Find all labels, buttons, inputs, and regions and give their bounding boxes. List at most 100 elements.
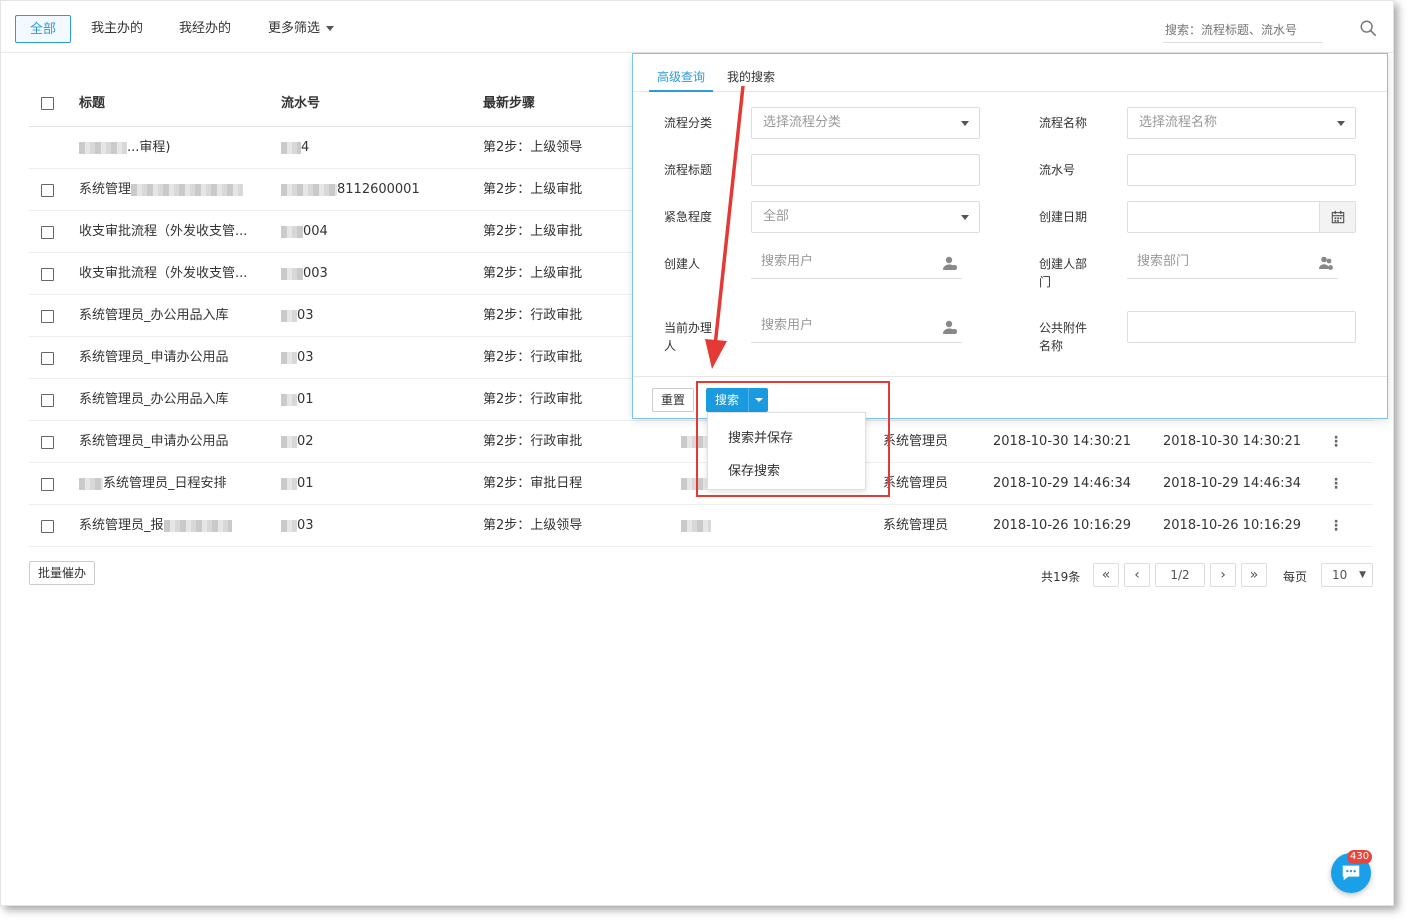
row-step: 第2步：行政审批 xyxy=(483,308,583,323)
tab-my-hosted[interactable]: 我主办的 xyxy=(77,15,157,43)
urgency-select[interactable]: 全部 xyxy=(751,201,980,233)
row-title-link[interactable]: 收支审批流程（外发收支管... xyxy=(79,253,269,295)
user-icon xyxy=(943,256,958,271)
category-select[interactable]: 选择流程分类 xyxy=(751,107,980,139)
search-icon[interactable] xyxy=(1359,19,1377,37)
column-serial[interactable]: 流水号 xyxy=(281,81,320,127)
row-updated-time: 2018-10-26 10:16:29 xyxy=(1163,518,1302,533)
row-serial: 03 xyxy=(281,295,314,337)
row-current-handler xyxy=(681,505,711,547)
attachment-input[interactable] xyxy=(1127,311,1356,343)
row-title-link[interactable]: ...审程) xyxy=(79,127,269,169)
chevron-down-icon xyxy=(1337,121,1345,126)
row-checkbox[interactable] xyxy=(41,226,54,239)
more-options-icon[interactable]: ⋮ xyxy=(1329,519,1343,533)
search-input[interactable] xyxy=(1163,17,1323,43)
row-title-link[interactable]: 收支审批流程（外发收支管... xyxy=(79,211,269,253)
row-serial-text: 003 xyxy=(303,266,328,281)
date-input[interactable] xyxy=(1127,201,1356,233)
attachment-label: 公共附件名称 xyxy=(1039,321,1088,353)
row-checkbox[interactable] xyxy=(41,478,54,491)
row-checkbox[interactable] xyxy=(41,436,54,449)
redacted-text xyxy=(681,519,711,532)
row-serial: 03 xyxy=(281,505,314,547)
row-checkbox[interactable] xyxy=(41,394,54,407)
serial-input[interactable] xyxy=(1127,154,1356,186)
page-indicator[interactable]: 1/2 xyxy=(1155,563,1205,587)
more-filters-dropdown[interactable]: 更多筛选 xyxy=(254,15,348,43)
reset-button[interactable]: 重置 xyxy=(652,388,695,412)
first-page-button[interactable]: « xyxy=(1093,563,1119,587)
row-serial-text: 4 xyxy=(301,140,310,155)
redacted-text xyxy=(281,183,337,196)
row-creator: 系统管理员 xyxy=(883,476,949,491)
handler-input[interactable]: 搜索用户 xyxy=(751,311,962,343)
row-creator: 系统管理员 xyxy=(883,434,949,449)
calendar-icon xyxy=(1331,210,1345,224)
redacted-text xyxy=(281,141,301,154)
annotation-highlight-box xyxy=(696,381,890,497)
row-created-time: 2018-10-30 14:30:21 xyxy=(993,434,1132,449)
row-created-time: 2018-10-26 10:16:29 xyxy=(993,518,1132,533)
row-title-text: 系统管理员_办公用品入库 xyxy=(79,308,229,323)
row-step: 第2步：上级领导 xyxy=(483,140,583,155)
row-title-link[interactable]: 系统管理员_日程安排 xyxy=(79,463,269,505)
chevron-down-icon xyxy=(326,26,335,31)
row-title-text: 系统管理员_申请办公用品 xyxy=(79,350,229,365)
chevron-down-icon: ▼ xyxy=(1359,570,1366,580)
more-options-icon[interactable]: ⋮ xyxy=(1329,435,1343,449)
row-serial: 01 xyxy=(281,463,314,505)
row-title-link[interactable]: 系统管理员_办公用品入库 xyxy=(79,379,269,421)
row-title-link[interactable]: 系统管理员_报 xyxy=(79,505,269,547)
next-page-button[interactable]: › xyxy=(1210,563,1236,587)
row-checkbox[interactable] xyxy=(41,184,54,197)
more-options-icon[interactable]: ⋮ xyxy=(1329,477,1343,491)
row-creator: 系统管理员 xyxy=(883,518,949,533)
per-page-select[interactable]: 10 ▼ xyxy=(1321,563,1373,587)
tab-all[interactable]: 全部 xyxy=(15,15,72,43)
row-updated-time: 2018-10-29 14:46:34 xyxy=(1163,476,1302,491)
redacted-text xyxy=(163,519,232,532)
row-step: 第2步：行政审批 xyxy=(483,350,583,365)
row-title-text: 系统管理员_日程安排 xyxy=(103,476,227,491)
row-serial-text: 8112600001 xyxy=(337,182,420,197)
row-title-link[interactable]: 系统管理 xyxy=(79,169,269,211)
column-step[interactable]: 最新步骤 xyxy=(483,81,535,127)
redacted-text xyxy=(281,225,303,238)
row-title-link[interactable]: 系统管理员_申请办公用品 xyxy=(79,421,269,463)
row-title-text: 系统管理 xyxy=(79,182,132,197)
row-checkbox[interactable] xyxy=(41,268,54,281)
creator-input[interactable]: 搜索用户 xyxy=(751,247,962,279)
row-title-link[interactable]: 系统管理员_申请办公用品 xyxy=(79,337,269,379)
row-title-text: 系统管理员_报 xyxy=(79,518,164,533)
row-serial-text: 03 xyxy=(297,350,314,365)
chevron-down-icon xyxy=(961,121,969,126)
prev-page-button[interactable]: ‹ xyxy=(1124,563,1150,587)
calendar-button[interactable] xyxy=(1319,202,1355,232)
row-serial-text: 03 xyxy=(297,518,314,533)
row-checkbox[interactable] xyxy=(41,352,54,365)
name-select[interactable]: 选择流程名称 xyxy=(1127,107,1356,139)
dept-label: 创建人部门 xyxy=(1039,257,1088,289)
tab-my-handled[interactable]: 我经办的 xyxy=(165,15,245,43)
table-row[interactable]: 系统管理员_报 03 第2步：上级领导 系统管理员 2018-10-26 10:16:2… xyxy=(29,505,1373,547)
annotation-arrow xyxy=(705,85,745,369)
dept-input[interactable]: 搜索部门 xyxy=(1127,247,1338,279)
chat-icon xyxy=(1342,865,1360,881)
row-created-time: 2018-10-29 14:46:34 xyxy=(993,476,1132,491)
column-title[interactable]: 标题 xyxy=(79,81,105,127)
row-step: 第2步：上级审批 xyxy=(483,182,583,197)
last-page-button[interactable]: » xyxy=(1241,563,1267,587)
redacted-text xyxy=(281,435,297,448)
select-all-checkbox[interactable] xyxy=(41,97,54,110)
title-input[interactable] xyxy=(751,154,980,186)
row-step: 第2步：上级领导 xyxy=(483,518,583,533)
row-title-text: 收支审批流程（外发收支管... xyxy=(79,224,248,239)
batch-urge-button[interactable]: 批量催办 xyxy=(29,561,96,585)
row-checkbox[interactable] xyxy=(41,520,54,533)
redacted-text xyxy=(281,393,297,406)
row-checkbox[interactable] xyxy=(41,310,54,323)
row-serial: 02 xyxy=(281,421,314,463)
row-serial-text: 02 xyxy=(297,434,314,449)
row-title-link[interactable]: 系统管理员_办公用品入库 xyxy=(79,295,269,337)
